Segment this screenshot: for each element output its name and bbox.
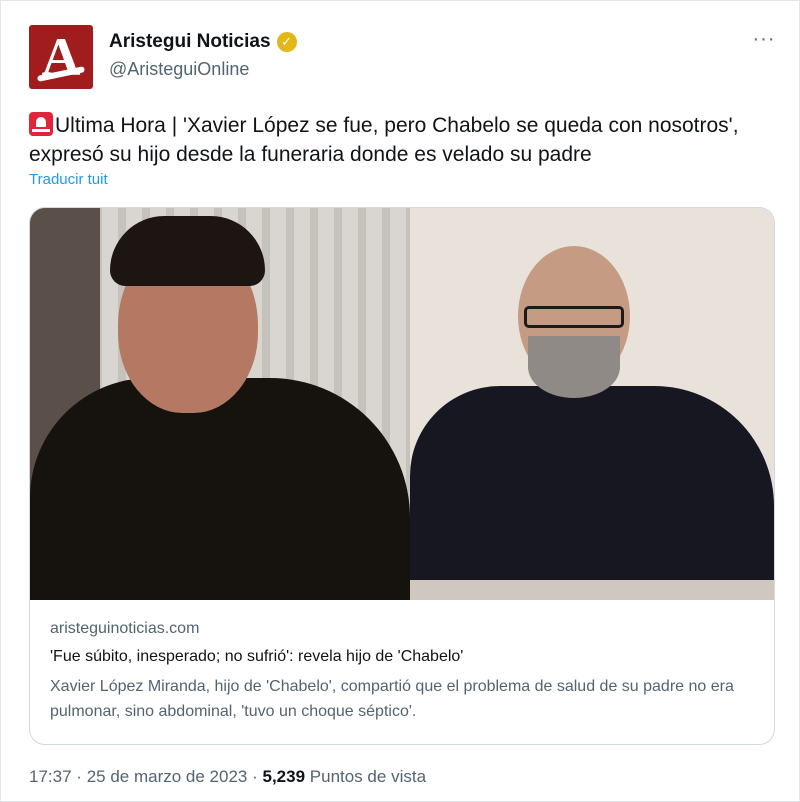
photo-chabelo	[30, 208, 410, 600]
photo-right-shirt	[410, 386, 774, 600]
link-description: Xavier López Miranda, hijo de 'Chabelo',…	[50, 678, 734, 720]
photo-right-table	[410, 580, 774, 600]
tweet-card: A Aristegui Noticias ✓ @AristeguiOnline …	[0, 0, 800, 802]
photo-left-hair	[110, 216, 265, 286]
link-preview-card[interactable]: aristeguinoticias.com 'Fue súbito, inesp…	[29, 207, 775, 745]
author-handle[interactable]: @AristeguiOnline	[109, 59, 249, 80]
link-title: 'Fue súbito, inesperado; no sufrió': rev…	[50, 648, 464, 665]
link-domain: aristeguinoticias.com	[50, 620, 200, 637]
siren-icon	[29, 112, 53, 136]
photo-right-beard	[528, 336, 620, 398]
verified-badge-icon: ✓	[276, 32, 297, 52]
translate-tweet-link[interactable]: Traducir tuit	[29, 171, 108, 188]
more-options-icon[interactable]: ···	[749, 29, 779, 55]
photo-right-glasses	[524, 306, 624, 328]
author-name-row: Aristegui Noticias ✓	[109, 31, 297, 53]
author-avatar[interactable]: A	[29, 25, 93, 89]
tweet-time[interactable]: 17:37	[29, 767, 72, 786]
author-display-name[interactable]: Aristegui Noticias	[109, 31, 271, 53]
meta-separator: ·	[252, 767, 258, 786]
views-label: Puntos de vista	[309, 767, 427, 786]
tweet-meta: 17:37 · 25 de marzo de 2023 · 5,239 Punt…	[29, 767, 426, 787]
tweet-date[interactable]: 25 de marzo de 2023	[87, 767, 248, 786]
tweet-body: Ultima Hora | 'Xavier López se fue, pero…	[29, 114, 739, 166]
photo-left-jacket	[30, 378, 410, 600]
photo-son	[410, 208, 774, 600]
link-preview-image[interactable]	[30, 208, 774, 600]
link-preview-body: aristeguinoticias.com 'Fue súbito, inesp…	[50, 618, 760, 724]
meta-separator: ·	[76, 767, 82, 786]
views-count: 5,239	[262, 767, 306, 786]
tweet-text: Ultima Hora | 'Xavier López se fue, pero…	[29, 111, 769, 169]
